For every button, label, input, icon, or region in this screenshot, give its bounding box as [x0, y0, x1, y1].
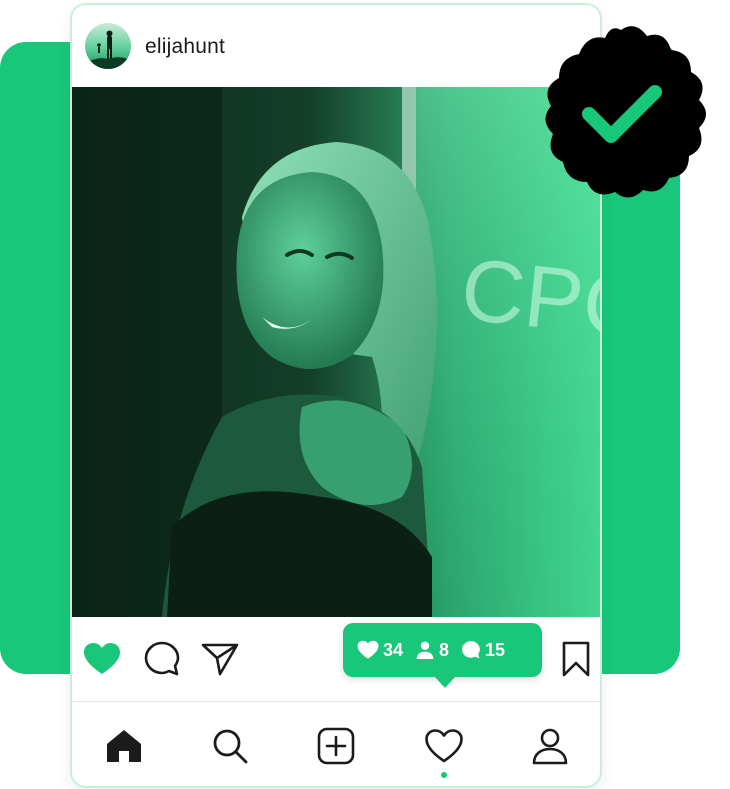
followers-count: 8 — [439, 639, 450, 660]
bookmark-icon[interactable] — [556, 639, 596, 679]
likes-count: 34 — [383, 639, 404, 660]
like-count-icon — [357, 640, 379, 659]
heart-filled-icon[interactable] — [82, 639, 122, 679]
bottom-nav — [72, 702, 600, 786]
post-username[interactable]: elijahunt — [145, 35, 225, 59]
verified-badge-icon — [531, 22, 711, 202]
post-header: elijahunt — [72, 5, 600, 87]
likes-stat: 34 — [357, 640, 403, 661]
home-icon[interactable] — [102, 724, 146, 768]
scene: elijahunt CPC 34 8 15 — [0, 0, 730, 789]
stats-tooltip: 34 8 15 — [343, 623, 542, 688]
neon-sign-text: CPC — [457, 239, 600, 357]
avatar[interactable] — [85, 23, 131, 69]
comment-icon[interactable] — [142, 639, 182, 679]
comments-count: 15 — [485, 639, 506, 660]
send-icon[interactable] — [200, 639, 240, 679]
comment-count-icon — [462, 641, 480, 659]
active-tab-indicator — [441, 772, 447, 778]
add-post-icon[interactable] — [314, 724, 358, 768]
followers-stat: 8 — [415, 640, 449, 661]
profile-icon[interactable] — [528, 724, 572, 768]
heart-icon[interactable] — [422, 724, 466, 768]
search-icon[interactable] — [208, 724, 252, 768]
comments-stat: 15 — [461, 640, 505, 661]
post-photo[interactable]: CPC — [72, 87, 600, 617]
user-count-icon — [416, 641, 434, 659]
